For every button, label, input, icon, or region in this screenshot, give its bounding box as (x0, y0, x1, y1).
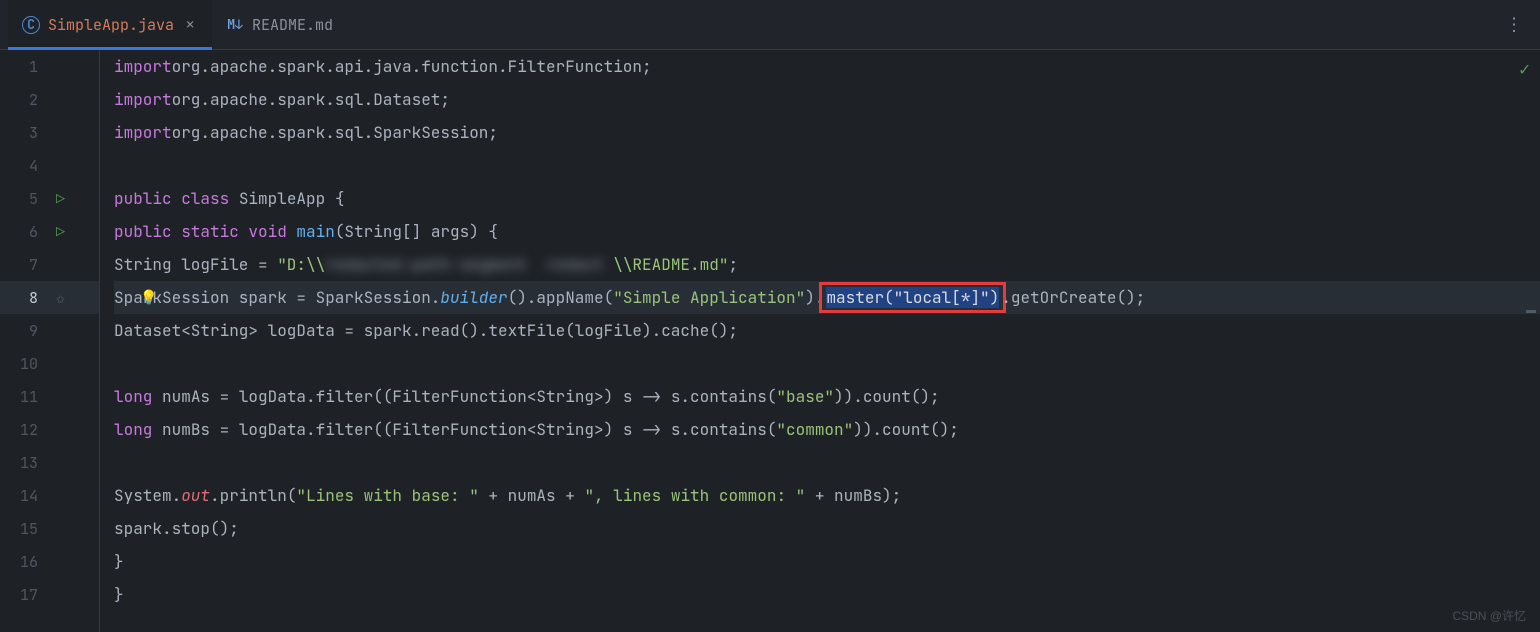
line-number[interactable]: 14 (12, 486, 38, 506)
code-line[interactable]: spark.stop(); (114, 512, 1540, 545)
run-gutter-icon[interactable]: ▷ (56, 189, 65, 209)
line-number[interactable]: 9 (12, 321, 38, 341)
line-number[interactable]: 13 (12, 453, 38, 473)
tab-bar: C SimpleApp.java ✕ M↓ README.md ⋮ (0, 0, 1540, 50)
code-line[interactable]: } (114, 578, 1540, 611)
code-line[interactable]: 💡 SparkSession spark = SparkSession.buil… (114, 281, 1540, 314)
code-line[interactable]: public class SimpleApp { (114, 182, 1540, 215)
line-number[interactable]: 7 (12, 255, 38, 275)
code-line[interactable] (114, 446, 1540, 479)
gutter: 1 2 3 4 5 ▷ 6 ▷ 7 8 ✩ 9 10 11 12 13 14 15 1… (0, 50, 100, 632)
highlight-box: master("local[*]") (824, 287, 1001, 308)
intention-bulb-icon[interactable]: 💡 (140, 289, 157, 307)
code-line[interactable]: } (114, 545, 1540, 578)
java-class-icon: C (22, 16, 40, 34)
line-number[interactable]: 10 (12, 354, 38, 374)
selected-text: master("local[*]") (826, 287, 999, 308)
markdown-file-icon: M↓ (226, 16, 244, 34)
tab-label: README.md (252, 15, 333, 35)
run-gutter-icon[interactable]: ▷ (56, 222, 65, 242)
editor: ✓ 1 2 3 4 5▷ 6▷ 7 8✩ 9 10 11 12 13 14 15… (0, 50, 1540, 632)
code-line[interactable]: long numBs = logData.filter((FilterFunct… (114, 413, 1540, 446)
line-number[interactable]: 17 (12, 585, 38, 605)
line-number[interactable]: 11 (12, 387, 38, 407)
code-line[interactable]: String logFile = "D:\\redacted-path-segm… (114, 248, 1540, 281)
code-line[interactable] (114, 149, 1540, 182)
line-number[interactable]: 3 (12, 123, 38, 143)
code-area[interactable]: import org.apache.spark.api.java.functio… (100, 50, 1540, 632)
line-number[interactable]: 4 (12, 156, 38, 176)
code-line[interactable]: public static void main(String[] args) { (114, 215, 1540, 248)
code-line[interactable]: long numAs = logData.filter((FilterFunct… (114, 380, 1540, 413)
line-number[interactable]: 12 (12, 420, 38, 440)
code-line[interactable]: System.out.println("Lines with base: " +… (114, 479, 1540, 512)
code-line[interactable]: import org.apache.spark.api.java.functio… (114, 50, 1540, 83)
redacted-text: redact (546, 254, 613, 275)
bookmark-gutter-icon[interactable]: ✩ (56, 288, 65, 308)
close-icon[interactable]: ✕ (182, 17, 198, 33)
tab-overflow-menu-icon[interactable]: ⋮ (1505, 13, 1524, 36)
tab-readme[interactable]: M↓ README.md (212, 0, 347, 49)
code-line[interactable]: import org.apache.spark.sql.SparkSession… (114, 116, 1540, 149)
redacted-text: redacted-path-segment (325, 254, 546, 275)
line-number[interactable]: 15 (12, 519, 38, 539)
code-line[interactable]: import org.apache.spark.sql.Dataset; (114, 83, 1540, 116)
watermark: CSDN @许忆 (1452, 607, 1526, 624)
line-number[interactable]: 16 (12, 552, 38, 572)
line-number[interactable]: 8 (12, 288, 38, 308)
line-number[interactable]: 5 (12, 189, 38, 209)
line-number[interactable]: 1 (12, 57, 38, 77)
line-number[interactable]: 2 (12, 90, 38, 110)
code-line[interactable] (114, 347, 1540, 380)
line-number[interactable]: 6 (12, 222, 38, 242)
tab-simpleapp[interactable]: C SimpleApp.java ✕ (8, 0, 212, 49)
code-line[interactable]: Dataset<String> logData = spark.read().t… (114, 314, 1540, 347)
tab-label: SimpleApp.java (48, 15, 174, 35)
